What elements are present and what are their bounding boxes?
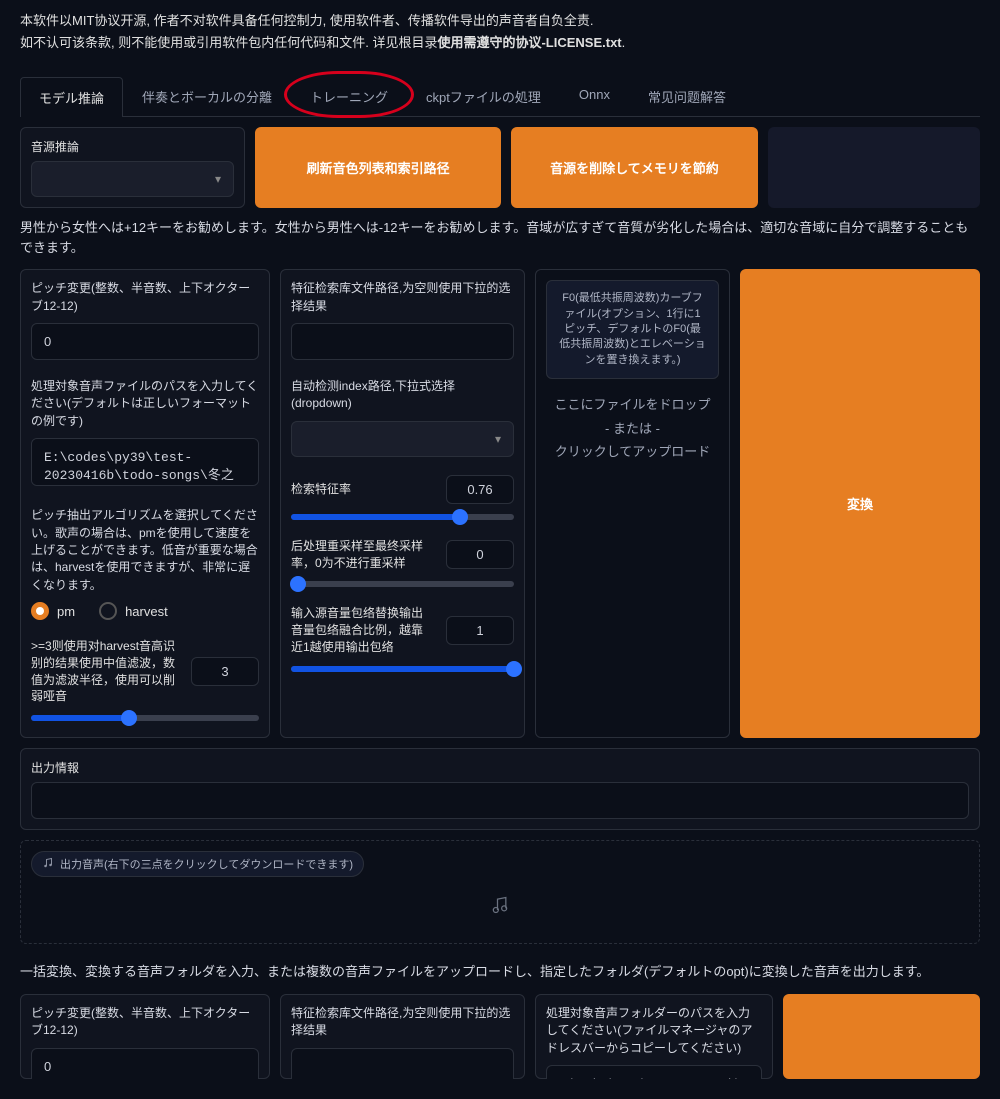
batch-pitch-label: ピッチ変更(整数、半音数、上下オクターブ12-12) [31,1005,259,1040]
f0-file-dropzone[interactable]: F0(最低共振周波数)カーブファイル(オプション、1行に1ピッチ、デフォルトのF… [535,269,730,738]
inference-voice-select[interactable]: ▾ [31,161,234,197]
tab-faq[interactable]: 常见问题解答 [629,76,745,116]
radio-harvest[interactable]: harvest [99,602,168,620]
output-info-panel: 出力情報 [20,748,980,830]
license-line2: 如不认可该条款, 则不能使用或引用软件包内任何代码和文件. 详见根目录使用需遵守… [20,32,980,54]
tab-onnx[interactable]: Onnx [560,76,629,116]
batch-advice-text: 一括変換、変換する音声フォルダを入力、または複数の音声ファイルをアップロードし、… [20,962,980,982]
top-action-row: 音源推論 ▾ 刷新音色列表和索引路径 音源を削除してメモリを節約 [20,127,980,208]
license-line1: 本软件以MIT协议开源, 作者不对软件具备任何控制力, 使用软件者、传播软件导出… [20,10,980,32]
batch-src-panel: 処理対象音声フォルダーのパスを入力してください(ファイルマネージャのアドレスバー… [535,994,773,1079]
dropzone-text: ここにファイルをドロップ - または - クリックしてアップロード [546,393,719,463]
inference-voice-label: 音源推論 [31,138,234,155]
algo-label: ピッチ抽出アルゴリズムを選択してください。歌声の場合は、pmを使用して速度を上げ… [31,507,259,594]
inference-voice-panel: 音源推論 ▾ [20,127,245,208]
batch-convert-button[interactable] [783,994,980,1079]
radio-dot-icon [99,602,117,620]
median-filter-value[interactable]: 3 [191,657,259,686]
batch-src-folder-label: 処理対象音声フォルダーのパスを入力してください(ファイルマネージャのアドレスバー… [546,1005,762,1057]
refresh-voice-list-button[interactable]: 刷新音色列表和索引路径 [255,127,501,208]
feature-panel: 特征检索库文件路径,为空则使用下拉的选择结果 自动检测index路径,下拉式选择… [280,269,525,738]
empty-action-slot [768,127,980,208]
radio-pm[interactable]: pm [31,602,75,620]
pitch-input[interactable] [31,323,259,360]
audio-path-input[interactable] [31,438,259,486]
tab-training[interactable]: トレーニング [291,76,407,116]
main-params-row: ピッチ変更(整数、半音数、上下オクターブ12-12) 処理対象音声ファイルのパス… [20,269,980,738]
algo-radio-group: pm harvest [31,602,259,620]
auto-index-select[interactable]: ▾ [291,421,514,457]
chevron-down-icon: ▾ [495,432,501,446]
license-text: 本软件以MIT协议开源, 作者不对软件具备任何控制力, 使用软件者、传播软件导出… [20,10,980,54]
batch-feat-path-label: 特征检索库文件路径,为空则使用下拉的选择结果 [291,1005,514,1040]
median-filter-label: >=3则使用对harvest音高识别的结果使用中值滤波，数值为滤波半径，使用可以… [31,638,179,705]
resample-label: 后处理重采样至最终采样率，0为不进行重采样 [291,538,434,572]
output-audio-label: 出力音声(右下の三点をクリックしてダウンロードできます) [31,851,364,877]
tab-vocal-separation[interactable]: 伴奏とボーカルの分離 [123,76,291,116]
rms-mix-label: 输入源音量包络替换输出音量包络融合比例，越靠近1越使用输出包络 [291,605,434,655]
output-info-field[interactable] [31,782,969,819]
chevron-down-icon: ▾ [215,172,221,186]
f0-caption: F0(最低共振周波数)カーブファイル(オプション、1行に1ピッチ、デフォルトのF… [546,280,719,379]
audio-path-label: 処理対象音声ファイルのパスを入力してください(デフォルトは正しいフォーマットの例… [31,378,259,430]
retrieval-rate-value[interactable]: 0.76 [446,475,514,504]
resample-value[interactable]: 0 [446,540,514,569]
pitch-advice-text: 男性から女性へは+12キーをお勧めします。女性から男性へは-12キーをお勧めしま… [20,218,980,257]
retrieval-rate-slider[interactable] [291,514,514,520]
output-audio-placeholder [31,877,969,933]
tab-model-inference[interactable]: モデル推論 [20,77,123,117]
retrieval-rate-label: 检索特征率 [291,481,434,498]
output-audio-panel: 出力音声(右下の三点をクリックしてダウンロードできます) [20,840,980,944]
output-info-label: 出力情報 [31,759,969,776]
batch-feat-panel: 特征检索库文件路径,为空则使用下拉的选择结果 自动检测index路径,下拉式选择… [280,994,525,1079]
convert-button[interactable]: 変換 [740,269,980,738]
tab-ckpt-processing[interactable]: ckptファイルの処理 [407,76,560,116]
unload-voice-button[interactable]: 音源を削除してメモリを節約 [511,127,757,208]
rms-mix-value[interactable]: 1 [446,616,514,645]
auto-index-label: 自动检测index路径,下拉式选择(dropdown) [291,378,514,413]
pitch-panel: ピッチ変更(整数、半音数、上下オクターブ12-12) 処理対象音声ファイルのパス… [20,269,270,738]
batch-row: ピッチ変更(整数、半音数、上下オクターブ12-12) 出力フォルダを指定してくだ… [20,994,980,1079]
median-filter-slider[interactable] [31,715,259,721]
batch-feat-path-input[interactable] [291,1048,514,1079]
tab-bar: モデル推論 伴奏とボーカルの分離 トレーニング ckptファイルの処理 Onnx… [20,76,980,117]
feat-path-label: 特征检索库文件路径,为空则使用下拉的选择结果 [291,280,514,315]
batch-pitch-panel: ピッチ変更(整数、半音数、上下オクターブ12-12) 出力フォルダを指定してくだ… [20,994,270,1079]
rms-mix-slider[interactable] [291,666,514,672]
music-note-icon [42,857,54,872]
pitch-label: ピッチ変更(整数、半音数、上下オクターブ12-12) [31,280,259,315]
radio-dot-icon [31,602,49,620]
batch-src-folder-input[interactable] [546,1065,762,1079]
batch-pitch-input[interactable] [31,1048,259,1079]
feat-path-input[interactable] [291,323,514,360]
resample-slider[interactable] [291,581,514,587]
